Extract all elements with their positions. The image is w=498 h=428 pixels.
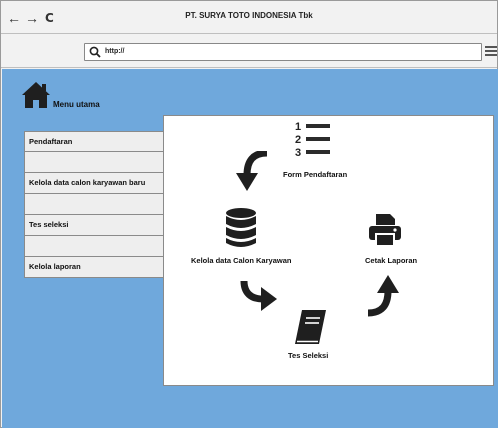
back-icon[interactable]: ← <box>7 10 21 26</box>
curved-arrow-down-icon <box>236 151 268 191</box>
kelola-data-label[interactable]: Kelola data Calon Karyawan <box>191 256 291 265</box>
cetak-laporan-label[interactable]: Cetak Laporan <box>365 256 417 265</box>
url-text: http:// <box>105 48 125 55</box>
list-number-2: 2 <box>295 134 302 146</box>
sidebar-item-blank-3 <box>24 236 164 257</box>
sidebar-item-tes-seleksi[interactable]: Tes seleksi <box>24 215 164 236</box>
reload-icon[interactable]: C <box>45 10 54 26</box>
curved-arrow-right-icon <box>240 280 277 311</box>
form-pendaftaran-label[interactable]: Form Pendaftaran <box>283 170 347 179</box>
list-number-3: 3 <box>295 147 302 159</box>
home-icon[interactable] <box>21 81 51 109</box>
list-number-1: 1 <box>295 121 302 133</box>
sidebar-item-blank-2 <box>24 194 164 215</box>
sidebar-item-kelola-data[interactable]: Kelola data calon karyawan baru <box>24 173 164 194</box>
window-title: PT. SURYA TOTO INDONESIA Tbk <box>1 1 497 34</box>
forward-icon[interactable]: → <box>25 10 39 26</box>
curved-arrow-up-icon <box>367 275 399 317</box>
numbered-list-icon[interactable]: 1 2 3 <box>295 121 335 163</box>
browser-window: PT. SURYA TOTO INDONESIA Tbk ← → C http:… <box>0 0 498 428</box>
menu-icon[interactable] <box>485 44 497 60</box>
sidebar-item-blank-1 <box>24 152 164 173</box>
tes-seleksi-label[interactable]: Tes Seleksi <box>288 351 328 360</box>
search-icon <box>89 46 101 58</box>
database-icon[interactable] <box>225 208 257 248</box>
printer-icon[interactable] <box>368 213 402 247</box>
address-bar[interactable]: http:// <box>84 43 482 61</box>
book-icon[interactable] <box>293 309 327 345</box>
home-label[interactable]: Menu utama <box>53 100 100 109</box>
sidebar-item-pendaftaran[interactable]: Pendaftaran <box>24 131 164 152</box>
sidebar-item-kelola-laporan[interactable]: Kelola laporan <box>24 257 164 278</box>
sidebar: Pendaftaran Kelola data calon karyawan b… <box>24 131 164 278</box>
